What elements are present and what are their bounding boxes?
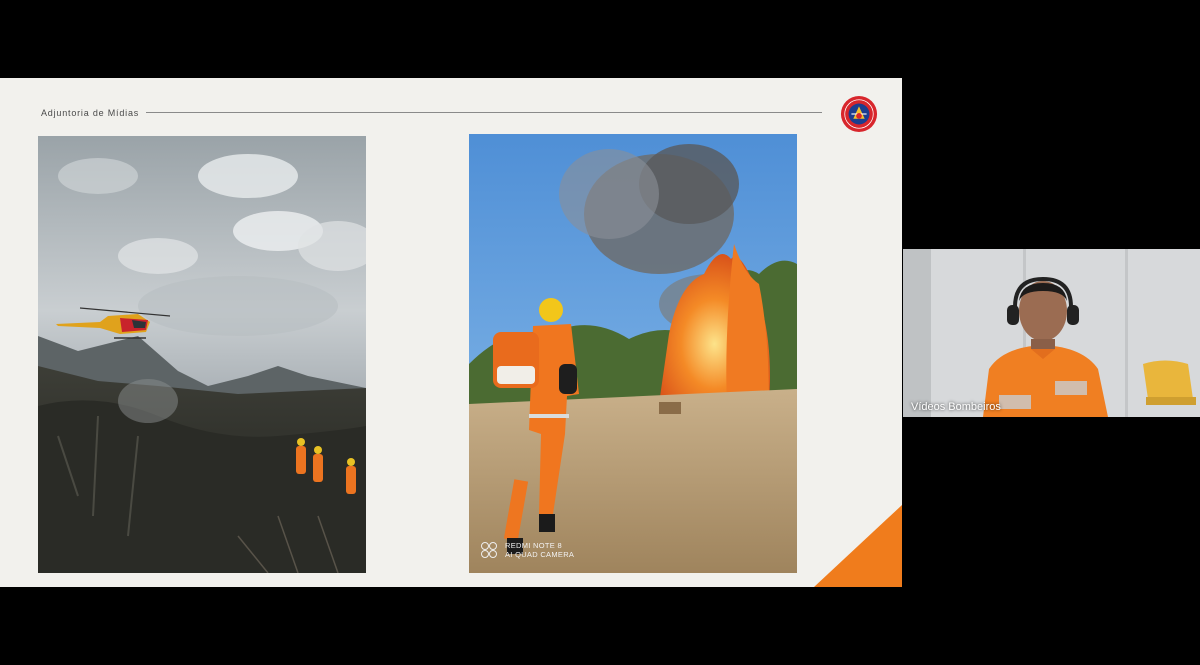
fire-department-crest-icon [840,95,878,133]
camera-lens-icon [481,542,499,558]
slide-header-text: Adjuntoria de Mídias [41,108,140,118]
header-divider [146,112,822,113]
photo-helicopter-firefighters [38,136,366,573]
participant-video-tile[interactable]: Vídeos Bombeiros [903,249,1200,417]
camera-watermark: REDMI NOTE 8 AI QUAD CAMERA [481,541,574,559]
watermark-line-2: AI QUAD CAMERA [505,550,575,559]
photo-firefighter-flames: REDMI NOTE 8 AI QUAD CAMERA [469,134,797,573]
shared-slide: Adjuntoria de Mídias REDMI NOTE 8 AI QUA… [0,78,902,587]
participant-name-label: Vídeos Bombeiros [911,401,1001,413]
slide-accent-corner [814,505,902,587]
watermark-line-1: REDMI NOTE 8 [505,541,562,550]
